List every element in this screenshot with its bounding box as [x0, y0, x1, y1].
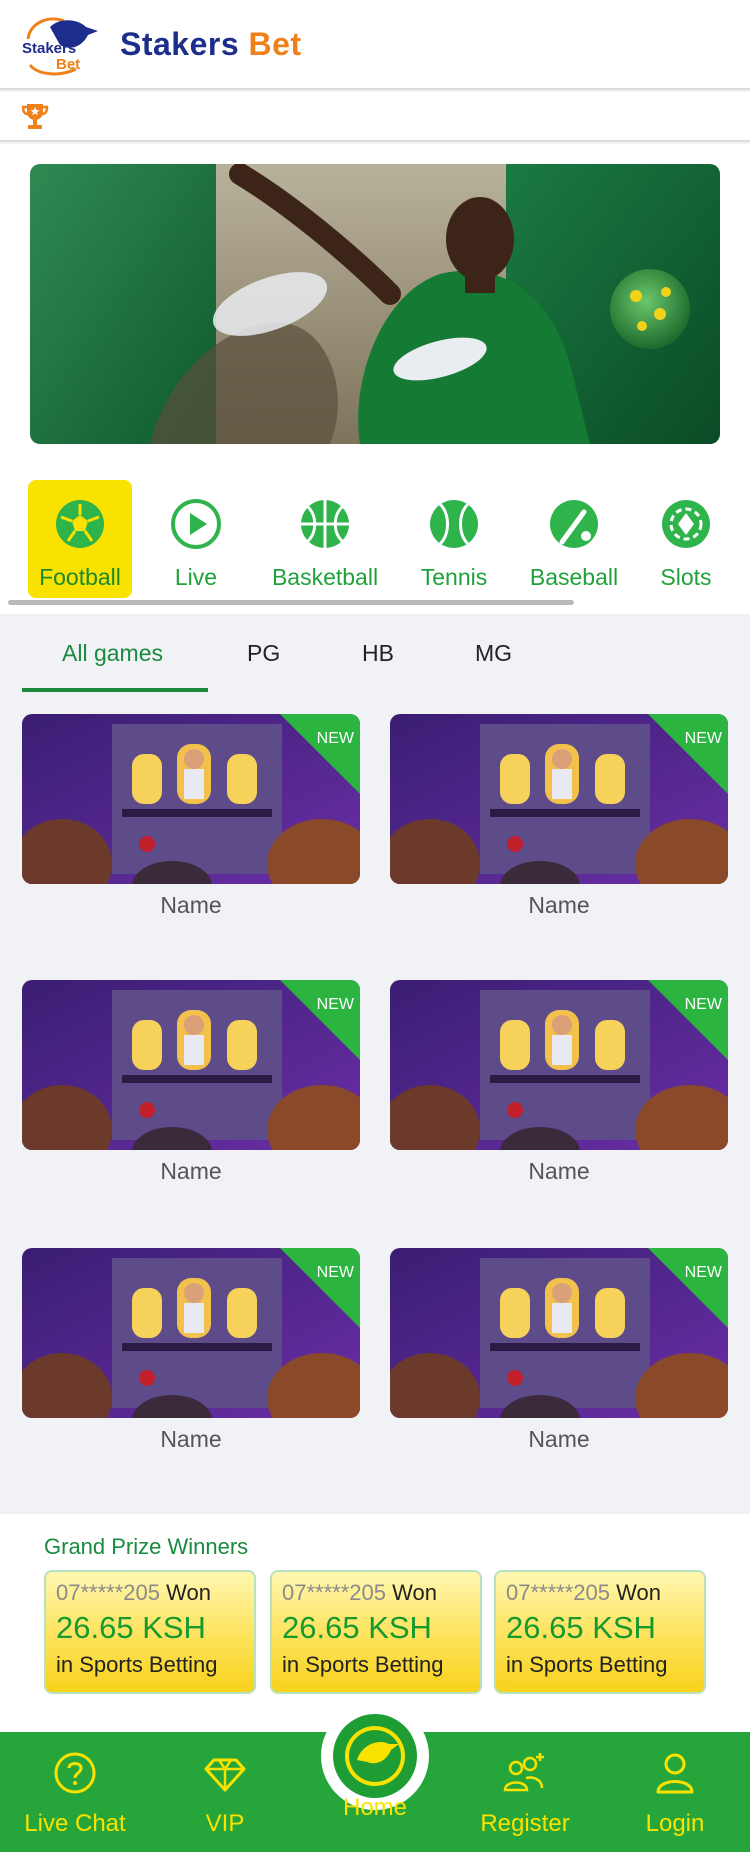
- nav-label: Login: [645, 1810, 705, 1837]
- bottom-nav: Live Chat VIP Home Register Login: [0, 1702, 750, 1852]
- winner-category: in Sports Betting: [506, 1652, 668, 1677]
- sport-tab-baseball[interactable]: Baseball: [520, 480, 628, 598]
- active-tab-indicator: [22, 688, 208, 692]
- winner-amount: 26.65 KSH: [506, 1610, 656, 1645]
- new-badge: NEW: [684, 996, 722, 1013]
- game-card[interactable]: NEW: [22, 1248, 360, 1418]
- winner-category: in Sports Betting: [56, 1652, 218, 1677]
- game-name: Name: [160, 1426, 222, 1452]
- baseball-icon: [550, 500, 598, 548]
- sports-scrollbar[interactable]: [8, 600, 574, 605]
- winner-phone: 07*****205: [56, 1580, 160, 1605]
- tab-mg[interactable]: MG: [475, 640, 512, 667]
- promo-bar: [0, 92, 750, 142]
- nav-register[interactable]: Register: [465, 1750, 585, 1838]
- game-card[interactable]: NEW: [390, 714, 728, 884]
- winner-phone: 07*****205: [282, 1580, 386, 1605]
- new-badge: NEW: [316, 1264, 354, 1281]
- app-header: Stakers Bet Stakers Bet: [0, 0, 750, 90]
- play-icon: [171, 499, 221, 549]
- logo-text-bottom: Bet: [56, 56, 80, 73]
- nav-label: Home: [342, 1794, 408, 1821]
- sport-tab-tennis[interactable]: Tennis: [408, 480, 500, 598]
- game-name: Name: [528, 1426, 590, 1452]
- sports-tabs: Football Live Basketball Tennis Baseball: [0, 464, 750, 614]
- winner-card: 07*****205 Won 26.65 KSH in Sports Betti…: [44, 1570, 256, 1694]
- sport-tab-football[interactable]: Football: [28, 480, 132, 598]
- sport-label: Football: [39, 564, 121, 590]
- sport-label: Basketball: [271, 564, 379, 590]
- brand-part-2: Bet: [248, 25, 302, 62]
- nav-login[interactable]: Login: [615, 1750, 735, 1838]
- game-card[interactable]: NEW: [390, 1248, 728, 1418]
- winners-title: Grand Prize Winners: [44, 1534, 249, 1559]
- winner-card: 07*****205 Won 26.65 KSH in Sports Betti…: [494, 1570, 706, 1694]
- winner-won: Won: [616, 1580, 661, 1605]
- game-name: Name: [528, 1158, 590, 1184]
- sport-tab-slots[interactable]: Slots: [646, 480, 726, 598]
- diamond-icon: [204, 1758, 246, 1792]
- game-name: Name: [528, 892, 590, 918]
- tennis-icon: [430, 500, 478, 548]
- winner-amount: 26.65 KSH: [56, 1610, 206, 1645]
- brand-part-1: Stakers: [120, 25, 240, 62]
- new-badge: NEW: [684, 1264, 722, 1281]
- nav-label: VIP: [205, 1810, 245, 1837]
- banner-section: [0, 144, 750, 464]
- logo-text-top: Stakers: [22, 40, 76, 57]
- add-user-icon: [503, 1753, 544, 1792]
- winner-won: Won: [392, 1580, 437, 1605]
- help-circle-icon: [54, 1752, 96, 1794]
- winner-card: 07*****205 Won 26.65 KSH in Sports Betti…: [270, 1570, 482, 1694]
- sport-label: Live: [174, 564, 218, 590]
- winner-category: in Sports Betting: [282, 1652, 444, 1677]
- sport-label: Tennis: [420, 564, 488, 590]
- sport-tab-basketball[interactable]: Basketball: [262, 480, 388, 598]
- winner-phone: 07*****205: [506, 1580, 610, 1605]
- game-name: Name: [160, 892, 222, 918]
- basketball-icon: [301, 500, 349, 548]
- user-icon: [656, 1753, 694, 1794]
- game-card[interactable]: NEW: [22, 714, 360, 884]
- game-provider-tabs: All games PG HB MG: [0, 614, 750, 694]
- grand-prize-winners: Grand Prize Winners 07*****205 Won 26.65…: [0, 1514, 750, 1732]
- nav-vip[interactable]: VIP: [165, 1750, 285, 1838]
- tab-hb[interactable]: HB: [362, 640, 394, 667]
- new-badge: NEW: [316, 730, 354, 747]
- new-badge: NEW: [684, 730, 722, 747]
- sport-tab-live[interactable]: Live: [148, 480, 244, 598]
- trophy-icon[interactable]: [20, 101, 50, 131]
- nav-live-chat[interactable]: Live Chat: [15, 1750, 135, 1838]
- slots-icon: [662, 500, 710, 548]
- winner-won: Won: [166, 1580, 211, 1605]
- game-name: Name: [160, 1158, 222, 1184]
- promo-banner[interactable]: [30, 164, 720, 444]
- game-card[interactable]: NEW: [390, 980, 728, 1150]
- football-icon: [56, 500, 104, 548]
- game-card[interactable]: NEW: [22, 980, 360, 1150]
- tab-pg[interactable]: PG: [247, 640, 280, 667]
- stakers-logo[interactable]: Stakers Bet: [20, 11, 102, 77]
- sport-label: Slots: [660, 564, 712, 590]
- nav-label: Live Chat: [24, 1810, 126, 1837]
- new-badge: NEW: [316, 996, 354, 1013]
- nav-home[interactable]: Home: [315, 1780, 435, 1822]
- brand-name: Stakers Bet: [120, 26, 302, 63]
- nav-label: Register: [480, 1810, 570, 1837]
- tab-all-games[interactable]: All games: [62, 640, 163, 667]
- winner-amount: 26.65 KSH: [282, 1610, 432, 1645]
- sport-label: Baseball: [529, 564, 619, 590]
